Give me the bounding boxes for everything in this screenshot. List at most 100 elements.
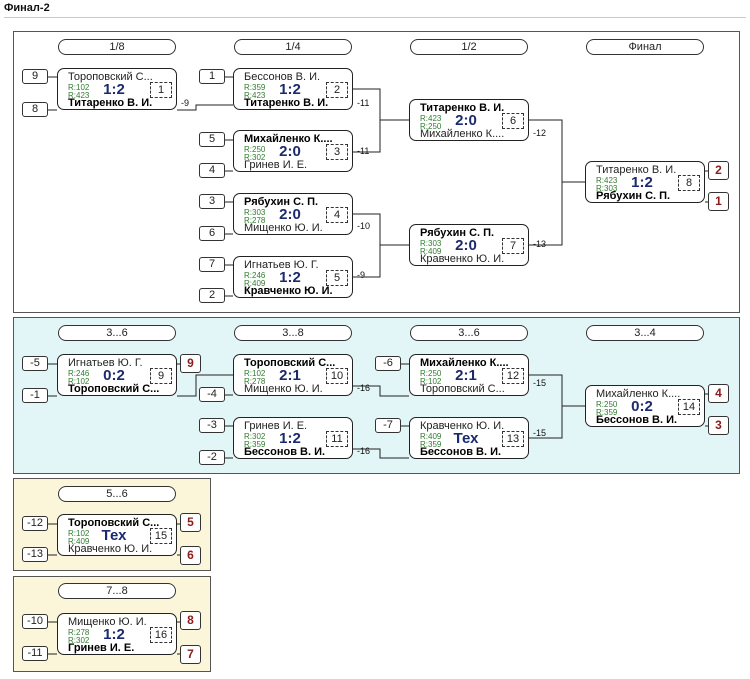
- place-box: 8: [180, 611, 201, 630]
- match-card[interactable]: Гринев И. Е. R:302 R:359 1:2 11 Бессонов…: [233, 417, 353, 459]
- player-name-winner: Бессонов В. И.: [244, 446, 326, 458]
- match-card[interactable]: Бессонов В. И. R:359 R:423 1:2 2 Титарен…: [233, 68, 353, 110]
- match-card[interactable]: Рябухин С. П. R:303 R:278 2:0 4 Мищенко …: [233, 193, 353, 235]
- match-score: 0:2: [631, 398, 653, 415]
- player-name-winner: Кравченко Ю. И.: [244, 285, 333, 297]
- loser-ref-label: -11: [357, 146, 370, 156]
- match-score: Тех: [453, 430, 479, 447]
- place-box: 9: [180, 354, 201, 373]
- match-number: 14: [678, 399, 700, 415]
- seed-box: -5: [22, 356, 48, 371]
- match-score: 1:2: [279, 430, 301, 447]
- match-number: 7: [502, 238, 524, 254]
- loser-ref-label: -16: [357, 446, 371, 456]
- page-title: Финал-2: [4, 2, 50, 14]
- match-score: 1:2: [103, 626, 125, 643]
- round-header: 3...4: [586, 325, 704, 341]
- match-score: 1:2: [103, 81, 125, 98]
- place-box: 6: [180, 546, 201, 565]
- round-header-1-2: 1/2: [410, 39, 528, 55]
- match-card[interactable]: Титаренко В. И. R:423 R:250 2:0 6 Михайл…: [409, 99, 529, 141]
- match-card[interactable]: Михайленко К.... R:250 R:359 0:2 14 Бесс…: [585, 385, 705, 427]
- seed-box: 1: [199, 69, 225, 84]
- player-name: Тороповский С...: [420, 383, 505, 395]
- match-score: 1:2: [279, 269, 301, 286]
- match-number: 5: [326, 270, 348, 286]
- seed-box: 9: [22, 69, 48, 84]
- match-card[interactable]: Михайленко К.... R:250 R:102 2:1 12 Торо…: [409, 354, 529, 396]
- round-header-1-4: 1/4: [234, 39, 352, 55]
- match-card[interactable]: Тороповский С... R:102 R:278 2:1 10 Мище…: [233, 354, 353, 396]
- seed-box: -1: [22, 388, 48, 403]
- round-header-1-8: 1/8: [58, 39, 176, 55]
- final-place-box: 2: [708, 161, 729, 180]
- loser-ref-label: -12: [533, 128, 547, 138]
- seed-box: -10: [22, 614, 48, 629]
- loser-ref-label: -15: [533, 428, 547, 438]
- final-place-box: 1: [708, 192, 729, 211]
- player-name: Гринев И. Е.: [244, 159, 308, 171]
- match-number: 6: [502, 113, 524, 129]
- match-card[interactable]: Кравченко Ю. И. R:409 R:359 Тех 13 Бессо…: [409, 417, 529, 459]
- seed-box: 6: [199, 226, 225, 241]
- player-name-winner: Бессонов В. И.: [420, 446, 502, 458]
- seed-box: -13: [22, 547, 48, 562]
- match-number: 13: [502, 431, 524, 447]
- match-number: 4: [326, 207, 348, 223]
- player-name: Михайленко К....: [420, 128, 505, 140]
- player-name: Кравченко Ю. И.: [420, 253, 505, 265]
- match-card[interactable]: Рябухин С. П. R:303 R:409 2:0 7 Кравченк…: [409, 224, 529, 266]
- seed-box: -4: [199, 387, 225, 402]
- match-card[interactable]: Тороповский С... R:102 R:423 1:2 1 Титар…: [57, 68, 177, 110]
- loser-ref-label: -11: [357, 98, 370, 108]
- title-divider: [4, 17, 746, 18]
- seed-box: -12: [22, 516, 48, 531]
- loser-ref-label: -13: [533, 239, 547, 249]
- place-box: 3: [708, 416, 729, 435]
- match-score: Тех: [101, 527, 127, 544]
- match-score: 2:0: [279, 143, 301, 160]
- match-score: 2:0: [455, 237, 477, 254]
- player-name-winner: Титаренко В. И.: [68, 97, 153, 109]
- seed-box: -2: [199, 450, 225, 465]
- loser-ref-label: -10: [357, 221, 371, 231]
- player-name-winner: Гринев И. Е.: [68, 642, 135, 654]
- match-number: 10: [326, 368, 348, 384]
- round-header: 3...6: [58, 325, 176, 341]
- match-number: 11: [326, 431, 348, 447]
- match-card[interactable]: Титаренко В. И. R:423 R:303 1:2 8 Рябухи…: [585, 161, 705, 203]
- round-header: 3...6: [410, 325, 528, 341]
- seed-box: 3: [199, 194, 225, 209]
- seed-box: 7: [199, 257, 225, 272]
- match-card[interactable]: Мищенко Ю. И. R:278 R:302 1:2 16 Гринев …: [57, 613, 177, 655]
- match-number: 15: [150, 528, 172, 544]
- seed-box: 8: [22, 102, 48, 117]
- match-score: 1:2: [279, 81, 301, 98]
- match-card[interactable]: Михайленко К.... R:250 R:302 2:0 3 Грине…: [233, 130, 353, 172]
- seed-box: -3: [199, 418, 225, 433]
- loser-ref-label: -9: [181, 98, 190, 108]
- place-box: 7: [180, 645, 201, 664]
- match-number: 8: [678, 175, 700, 191]
- match-number: 16: [150, 627, 172, 643]
- match-score: 0:2: [103, 367, 125, 384]
- round-header: 7...8: [58, 583, 176, 599]
- match-score: 2:1: [279, 367, 301, 384]
- loser-ref-label: -16: [357, 383, 371, 393]
- match-number: 3: [326, 144, 348, 160]
- player-name: Мищенко Ю. И.: [244, 383, 323, 395]
- match-card[interactable]: Игнатьев Ю. Г. R:246 R:409 1:2 5 Кравчен…: [233, 256, 353, 298]
- player-name: Кравченко Ю. И.: [68, 543, 153, 555]
- match-card[interactable]: Игнатьев Ю. Г. R:246 R:102 0:2 9 Торопов…: [57, 354, 177, 396]
- seed-box: 5: [199, 132, 225, 147]
- seed-box: 4: [199, 163, 225, 178]
- seed-box: -11: [22, 646, 48, 661]
- player-name-winner: Тороповский С...: [68, 383, 160, 395]
- match-number: 2: [326, 82, 348, 98]
- match-card[interactable]: Тороповский С... R:102 R:409 Тех 15 Крав…: [57, 514, 177, 556]
- match-number: 1: [150, 82, 172, 98]
- round-header-final: Финал: [586, 39, 704, 55]
- place-box: 5: [180, 513, 201, 532]
- round-header: 5...6: [58, 486, 176, 502]
- match-score: 2:0: [455, 112, 477, 129]
